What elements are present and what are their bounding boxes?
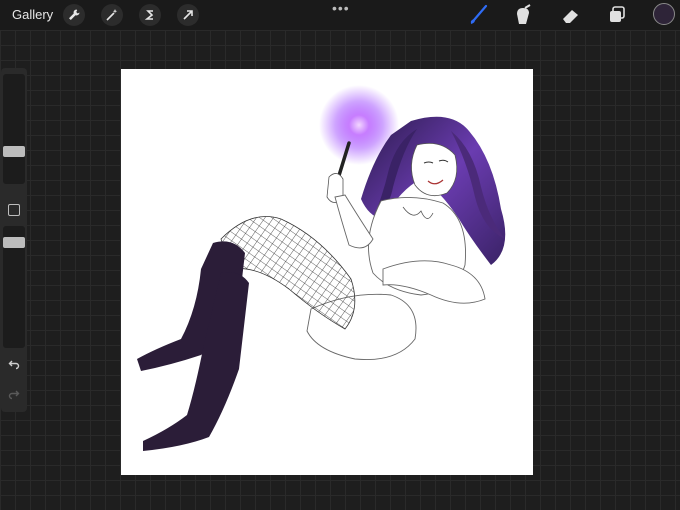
- brush-size-slider[interactable]: [3, 74, 25, 184]
- wrench-icon[interactable]: [63, 4, 85, 26]
- eraser-icon[interactable]: [559, 4, 583, 26]
- magic-wand-icon[interactable]: [101, 4, 123, 26]
- left-sidebar: [1, 68, 27, 412]
- color-picker-swatch[interactable]: [653, 3, 675, 25]
- gallery-button[interactable]: Gallery: [12, 7, 53, 22]
- redo-icon[interactable]: [8, 388, 20, 400]
- brush-icon[interactable]: [467, 4, 491, 26]
- layers-icon[interactable]: [605, 4, 629, 26]
- opacity-handle[interactable]: [3, 237, 25, 248]
- character-illustration: [137, 85, 506, 451]
- modify-square-icon[interactable]: [8, 204, 20, 216]
- drawing-canvas[interactable]: [121, 69, 533, 475]
- selection-icon[interactable]: [139, 4, 161, 26]
- more-options-icon[interactable]: •••: [332, 0, 350, 16]
- undo-icon[interactable]: [8, 358, 20, 370]
- transform-arrow-icon[interactable]: [177, 4, 199, 26]
- top-toolbar: Gallery •••: [0, 0, 680, 30]
- smudge-icon[interactable]: [511, 4, 535, 26]
- brush-size-handle[interactable]: [3, 146, 25, 157]
